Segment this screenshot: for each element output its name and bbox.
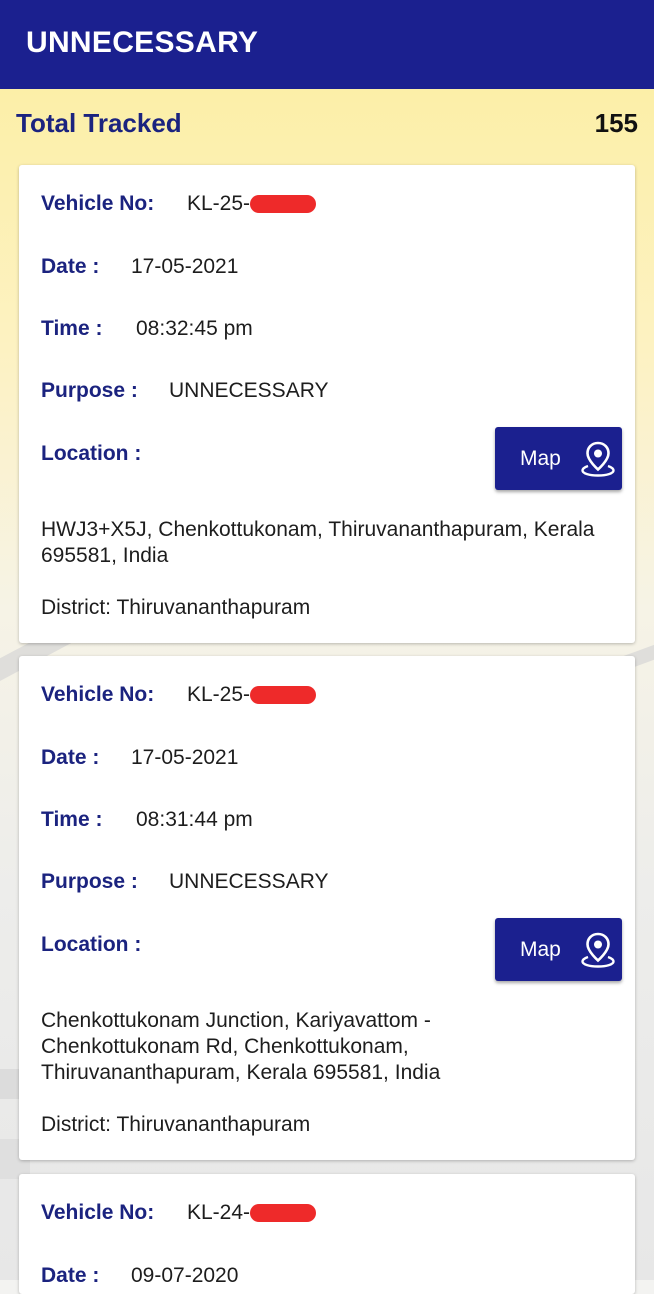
time-label: Time : [41,317,103,340]
total-tracked-label: Total Tracked [16,108,182,138]
total-tracked-count: 155 [594,108,638,138]
date-label: Date : [41,255,100,278]
map-button-label: Map [520,937,561,961]
purpose-label: Purpose : [41,379,138,402]
tracking-record-card[interactable]: Vehicle No: KL-25- Date : 17-05-2021 Tim… [19,656,635,1160]
vehicle-label: Vehicle No: [41,192,155,215]
purpose-value: UNNECESSARY [169,379,329,402]
tracking-record-card[interactable]: Vehicle No: KL-25- Date : 17-05-2021 Tim… [19,165,635,643]
time-row: Time : 08:32:45 pm [41,317,253,341]
location-pin-icon [581,932,615,968]
date-label: Date : [41,1264,100,1287]
redaction-mark [250,1204,316,1222]
tracking-record-card[interactable]: Vehicle No: KL-24- Date : 09-07-2020 [19,1174,635,1294]
vehicle-row: Vehicle No: KL-25- [41,683,316,707]
location-row: Location : [41,442,141,466]
vehicle-number: KL-24- [187,1201,251,1224]
app-bar: UNNECESSARY [0,0,654,89]
date-value: 17-05-2021 [131,746,239,769]
redaction-mark [250,195,316,213]
purpose-row: Purpose : UNNECESSARY [41,379,329,403]
date-value: 17-05-2021 [131,255,239,278]
location-address: HWJ3+X5J, Chenkottukonam, Thiruvananthap… [41,518,595,567]
redaction-mark [250,686,316,704]
vehicle-number: KL-25- [187,192,251,215]
total-tracked-row: Total Tracked 155 [16,108,638,139]
location-address: Chenkottukonam Junction, Kariyavattom - … [41,1009,441,1084]
vehicle-row: Vehicle No: KL-24- [41,1201,316,1225]
location-label: Location : [41,933,142,956]
purpose-value: UNNECESSARY [169,870,329,893]
location-pin-icon [581,441,615,477]
district-value: District: Thiruvananthapuram [41,1113,311,1136]
district-value: District: Thiruvananthapuram [41,596,311,619]
map-button-label: Map [520,446,561,470]
map-button[interactable]: Map [495,427,622,490]
location-row: Location : [41,933,141,957]
vehicle-label: Vehicle No: [41,683,155,706]
vehicle-row: Vehicle No: KL-25- [41,192,316,216]
date-label: Date : [41,746,100,769]
date-row: Date : 09-07-2020 [41,1264,238,1288]
date-row: Date : 17-05-2021 [41,255,238,279]
vehicle-number: KL-25- [187,683,251,706]
time-value: 08:31:44 pm [136,808,253,831]
vehicle-label: Vehicle No: [41,1201,155,1224]
date-row: Date : 17-05-2021 [41,746,238,770]
time-value: 08:32:45 pm [136,317,253,340]
purpose-row: Purpose : UNNECESSARY [41,870,329,894]
time-label: Time : [41,808,103,831]
app-bar-title: UNNECESSARY [26,25,259,59]
location-label: Location : [41,442,142,465]
map-button[interactable]: Map [495,918,622,981]
purpose-label: Purpose : [41,870,138,893]
date-value: 09-07-2020 [131,1264,239,1287]
time-row: Time : 08:31:44 pm [41,808,253,832]
